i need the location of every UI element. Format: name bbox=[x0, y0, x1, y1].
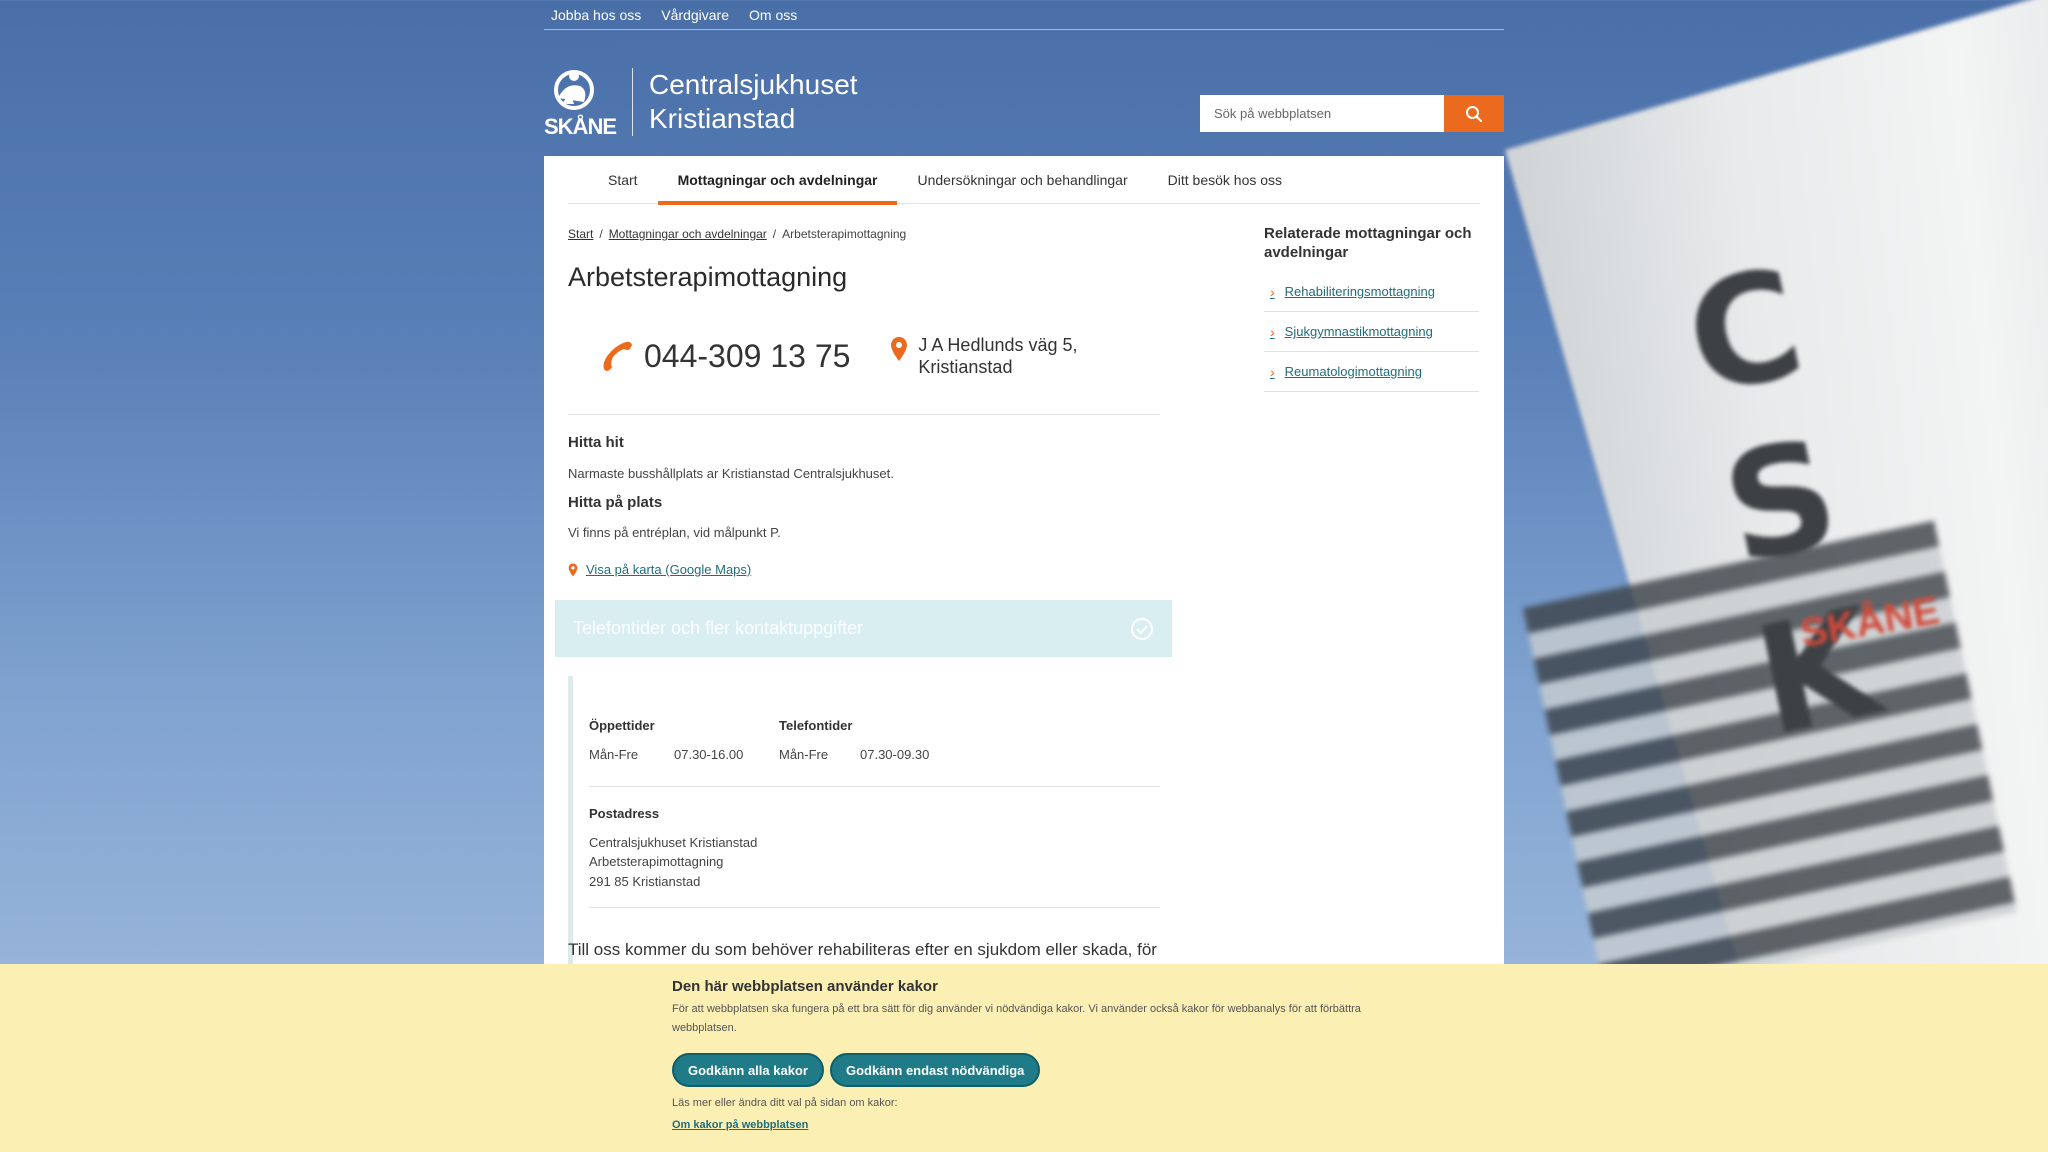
chevron-circle-icon bbox=[1131, 617, 1153, 640]
chevron-right-icon: › bbox=[1270, 283, 1275, 300]
related-rehabiliteringsmottagning[interactable]: › Rehabiliteringsmottagning bbox=[1264, 272, 1479, 312]
postal-line2: Arbetsterapimottagning bbox=[589, 854, 724, 869]
breadcrumb: Start / Mottagningar och avdelningar / A… bbox=[568, 227, 906, 241]
related-item-label: Sjukgymnastikmottagning bbox=[1284, 324, 1433, 339]
search-button[interactable] bbox=[1444, 95, 1504, 132]
chevron-right-icon: › bbox=[1270, 323, 1275, 340]
main-navigation: Start Mottagningar och avdelningar Under… bbox=[568, 156, 1480, 205]
divider bbox=[589, 786, 1160, 787]
region-skane-logo[interactable]: SKÅNE bbox=[544, 68, 618, 139]
site-search bbox=[1200, 95, 1504, 132]
phone-number-text: 044-309 13 75 bbox=[644, 337, 851, 374]
tab-start[interactable]: Start bbox=[588, 156, 658, 204]
contact-row: 044-309 13 75 J A Hedlunds väg 5, Kristi… bbox=[600, 334, 1078, 378]
address-line1: J A Hedlunds väg 5, bbox=[918, 335, 1078, 355]
tab-mottagningar[interactable]: Mottagningar och avdelningar bbox=[657, 156, 898, 205]
breadcrumb-separator: / bbox=[772, 227, 777, 241]
accept-necessary-cookies-button[interactable]: Godkänn endast nödvändiga bbox=[830, 1053, 1041, 1087]
site-title-line2: Kristianstad bbox=[649, 103, 796, 134]
phone-hours-heading: Telefontider bbox=[779, 718, 853, 733]
top-nav-om-oss[interactable]: Om oss bbox=[749, 7, 797, 23]
divider bbox=[589, 907, 1160, 908]
hitta-plats-heading: Hitta på plats bbox=[568, 494, 663, 511]
site-title[interactable]: Centralsjukhuset Kristianstad bbox=[649, 68, 858, 136]
google-maps-link-label: Visa på karta (Google Maps) bbox=[586, 562, 752, 577]
related-list: › Rehabiliteringsmottagning › Sjukgymnas… bbox=[1264, 272, 1479, 392]
top-utility-nav: Jobba hos oss Vårdgivare Om oss bbox=[544, 0, 1504, 30]
breadcrumb-current: Arbetsterapimottagning bbox=[782, 227, 907, 241]
top-nav-jobba[interactable]: Jobba hos oss bbox=[551, 7, 641, 23]
opening-hours: 07.30-16.00 bbox=[674, 747, 744, 762]
hitta-hit-heading: Hitta hit bbox=[568, 434, 624, 451]
breadcrumb-section[interactable]: Mottagningar och avdelningar bbox=[609, 227, 767, 241]
postal-line1: Centralsjukhuset Kristianstad bbox=[589, 835, 758, 850]
related-reumatologimottagning[interactable]: › Reumatologimottagning bbox=[1264, 352, 1479, 392]
postal-line3: 291 85 Kristianstad bbox=[589, 874, 701, 889]
tab-undersokningar[interactable]: Undersökningar och behandlingar bbox=[897, 156, 1147, 204]
hitta-plats-text: Vi finns på entréplan, vid målpunkt P. bbox=[568, 525, 781, 540]
phone-hours: 07.30-09.30 bbox=[860, 747, 930, 762]
search-icon bbox=[1466, 105, 1483, 122]
site-title-line1: Centralsjukhuset bbox=[649, 69, 858, 100]
cookie-title: Den här webbplatsen använder kakor bbox=[672, 978, 938, 995]
cookie-info-link[interactable]: Om kakor på webbplatsen bbox=[672, 1119, 808, 1131]
tab-ditt-besok[interactable]: Ditt besök hos oss bbox=[1148, 156, 1302, 204]
opening-hours-heading: Öppettider bbox=[589, 718, 655, 733]
location-pin-icon bbox=[891, 337, 908, 361]
opening-days: Mån-Fre bbox=[589, 747, 639, 762]
related-sjukgymnastikmottagning[interactable]: › Sjukgymnastikmottagning bbox=[1264, 312, 1479, 352]
logo-wordmark: SKÅNE bbox=[544, 114, 617, 139]
map-pin-icon bbox=[568, 563, 578, 576]
cookie-banner: Den här webbplatsen använder kakor För a… bbox=[0, 964, 2048, 1152]
divider bbox=[568, 414, 1160, 415]
breadcrumb-start[interactable]: Start bbox=[568, 227, 593, 241]
related-item-label: Reumatologimottagning bbox=[1284, 364, 1422, 379]
phone-days: Mån-Fre bbox=[779, 747, 829, 762]
cookie-more-text: Läs mer eller ändra ditt val på sidan om… bbox=[672, 1097, 898, 1109]
address-line2: Kristianstad bbox=[918, 357, 1013, 377]
accept-all-cookies-button[interactable]: Godkänn alla kakor bbox=[672, 1053, 824, 1087]
search-input[interactable] bbox=[1200, 95, 1444, 132]
intro-text: Till oss kommer du som behöver rehabilit… bbox=[568, 940, 1157, 959]
contact-details-accordion[interactable]: Telefontider och fler kontaktuppgifter bbox=[555, 600, 1172, 657]
phone-number[interactable]: 044-309 13 75 bbox=[600, 338, 850, 375]
top-nav-vardgivare[interactable]: Vårdgivare bbox=[661, 7, 729, 23]
postal-heading: Postadress bbox=[589, 806, 660, 821]
griffin-icon bbox=[554, 70, 594, 110]
accordion-label: Telefontider och fler kontaktuppgifter bbox=[573, 618, 864, 638]
related-heading: Relaterade mottagningar och avdelningar bbox=[1264, 225, 1472, 261]
google-maps-link[interactable]: Visa på karta (Google Maps) bbox=[568, 562, 751, 577]
related-item-label: Rehabiliteringsmottagning bbox=[1284, 284, 1435, 299]
breadcrumb-separator: / bbox=[599, 227, 603, 241]
page-title: Arbetsterapimottagning bbox=[568, 262, 848, 292]
phone-icon bbox=[603, 341, 632, 371]
address: J A Hedlunds väg 5, Kristianstad bbox=[890, 334, 1078, 378]
chevron-right-icon: › bbox=[1270, 363, 1275, 380]
cookie-text: För att webbplatsen ska fungera på ett b… bbox=[672, 1003, 1361, 1034]
header-divider bbox=[632, 68, 633, 136]
hitta-hit-text: Narmaste busshållplats ar Kristianstad C… bbox=[568, 466, 894, 481]
